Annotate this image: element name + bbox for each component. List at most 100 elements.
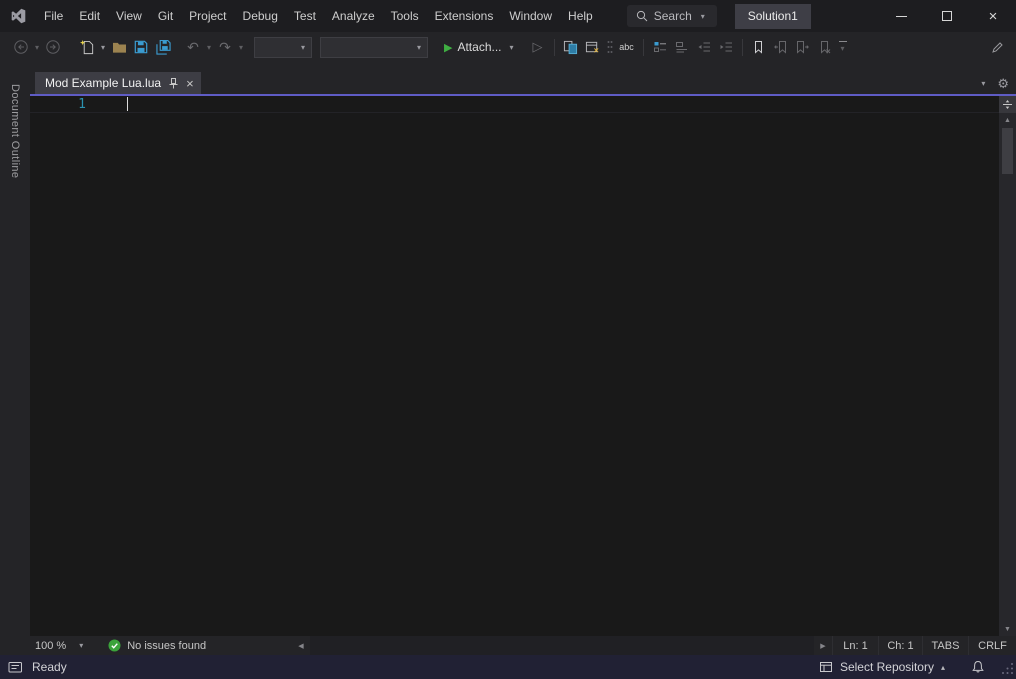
- open-file-button[interactable]: [108, 36, 130, 58]
- menu-window[interactable]: Window: [501, 0, 560, 32]
- active-files-dropdown[interactable]: ▾: [978, 79, 988, 88]
- status-message: Ready: [32, 660, 67, 674]
- toggle-bookmark-button[interactable]: [748, 36, 770, 58]
- new-file-dropdown[interactable]: ▾: [98, 43, 108, 52]
- zoom-value: 100 %: [35, 639, 67, 652]
- start-without-debugging-button[interactable]: ▷: [527, 36, 549, 58]
- select-repository-button[interactable]: Select Repository ▴: [805, 655, 959, 679]
- document-outline-panel-tab[interactable]: Document Outline: [0, 62, 30, 655]
- save-button[interactable]: [130, 36, 152, 58]
- editor-status-left: 100 % ▾ No issues found: [30, 636, 292, 655]
- editor-splitter-handle[interactable]: [999, 96, 1016, 113]
- check-circle-icon: [108, 639, 121, 652]
- menu-file[interactable]: File: [36, 0, 71, 32]
- overflow-bar-icon: [838, 41, 847, 42]
- solution-explorer-button[interactable]: [560, 36, 582, 58]
- menu-help[interactable]: Help: [560, 0, 601, 32]
- decrease-indent-button[interactable]: [693, 36, 715, 58]
- menu-bar: File Edit View Git Project Debug Test An…: [36, 0, 601, 32]
- spell-check-button[interactable]: abc: [616, 36, 638, 58]
- menu-tools[interactable]: Tools: [383, 0, 427, 32]
- spell-check-label: abc: [619, 42, 634, 52]
- chevron-down-icon: ▾: [79, 641, 84, 650]
- minimize-button[interactable]: [878, 0, 924, 32]
- document-health-indicator[interactable]: No issues found: [108, 639, 206, 652]
- resize-grip[interactable]: [1001, 662, 1015, 678]
- close-icon: ×: [988, 7, 998, 25]
- menu-project[interactable]: Project: [181, 0, 234, 32]
- indent-mode-indicator[interactable]: TABS: [922, 636, 968, 655]
- pin-icon[interactable]: [168, 77, 179, 89]
- search-icon: [636, 10, 648, 22]
- editor-status-bar: 100 % ▾ No issues found ◀ ▶ Ln: 1 Ch: 1 …: [30, 636, 1016, 655]
- tab-close-icon[interactable]: ×: [186, 77, 194, 90]
- redo-button[interactable]: ↷: [214, 36, 236, 58]
- new-file-button[interactable]: [76, 36, 98, 58]
- toolbar-overflow-button[interactable]: ▾: [836, 36, 850, 58]
- scroll-down-button[interactable]: ▼: [999, 622, 1016, 636]
- navigate-forward-button[interactable]: [42, 36, 64, 58]
- menu-analyze[interactable]: Analyze: [324, 0, 383, 32]
- search-box[interactable]: Search ▾: [626, 5, 717, 27]
- scrollbar-thumb[interactable]: [1002, 128, 1013, 174]
- attach-button[interactable]: ▶ Attach... ▾: [440, 36, 521, 58]
- chevron-down-icon: ▾: [509, 42, 514, 52]
- health-label: No issues found: [127, 639, 207, 652]
- list-members-button[interactable]: [649, 36, 671, 58]
- code-editor[interactable]: 1: [30, 96, 999, 636]
- chevron-up-icon: ▴: [940, 662, 945, 672]
- zoom-selector[interactable]: 100 % ▾: [30, 636, 92, 655]
- minimize-icon: [895, 15, 907, 17]
- navigate-backward-dropdown[interactable]: ▾: [32, 43, 42, 52]
- previous-bookmark-button[interactable]: [770, 36, 792, 58]
- redo-dropdown[interactable]: ▾: [236, 43, 246, 52]
- menu-git[interactable]: Git: [150, 0, 181, 32]
- maximize-icon: [942, 11, 952, 21]
- maximize-button[interactable]: [924, 0, 970, 32]
- visual-studio-logo-icon: [0, 8, 36, 24]
- toolbar-separator: [553, 38, 555, 56]
- undo-dropdown[interactable]: ▾: [204, 43, 214, 52]
- parameter-info-button[interactable]: [671, 36, 693, 58]
- properties-window-button[interactable]: [582, 36, 604, 58]
- horizontal-scrollbar-track[interactable]: [310, 636, 814, 655]
- undo-button[interactable]: ↶: [182, 36, 204, 58]
- increase-indent-button[interactable]: [715, 36, 737, 58]
- tab-bar-controls: ▾ ⚙: [978, 72, 1016, 94]
- next-bookmark-button[interactable]: [792, 36, 814, 58]
- gear-icon[interactable]: ⚙: [997, 77, 1009, 90]
- menu-edit[interactable]: Edit: [71, 0, 108, 32]
- text-cursor: [127, 97, 128, 111]
- scroll-up-button[interactable]: ▲: [999, 113, 1016, 127]
- status-bar: Ready Select Repository ▴: [0, 655, 1016, 679]
- navigate-backward-button[interactable]: [10, 36, 32, 58]
- status-bar-left: Ready: [8, 660, 67, 674]
- toolbar-grip-icon: [604, 36, 616, 58]
- clear-bookmarks-button[interactable]: [814, 36, 836, 58]
- workspace: Document Outline Mod Example Lua.lua × ▾…: [0, 62, 1016, 655]
- column-indicator: Ch: 1: [878, 636, 922, 655]
- solution-name-button[interactable]: Solution1: [734, 3, 811, 29]
- solution-platforms-combobox[interactable]: ▾: [320, 36, 428, 58]
- menu-debug[interactable]: Debug: [235, 0, 286, 32]
- solution-configurations-combobox[interactable]: ▾: [254, 36, 312, 58]
- menu-test[interactable]: Test: [286, 0, 324, 32]
- search-label: Search: [653, 9, 692, 23]
- tab-mod-example-lua[interactable]: Mod Example Lua.lua ×: [35, 72, 201, 94]
- close-button[interactable]: ×: [970, 0, 1016, 32]
- attach-label: Attach...: [457, 40, 502, 54]
- feedback-button[interactable]: [986, 36, 1008, 58]
- menu-extensions[interactable]: Extensions: [427, 0, 502, 32]
- play-icon: ▶: [444, 41, 453, 54]
- save-all-button[interactable]: [152, 36, 174, 58]
- chevron-down-icon: ▾: [300, 42, 305, 52]
- vertical-scrollbar[interactable]: ▲ ▼: [999, 96, 1016, 636]
- chevron-down-icon: ▾: [700, 11, 705, 21]
- scrollbar-track[interactable]: [999, 175, 1016, 622]
- status-bar-right: Select Repository ▴: [805, 655, 1016, 679]
- menu-view[interactable]: View: [108, 0, 150, 32]
- scroll-left-button[interactable]: ◀: [292, 636, 310, 655]
- scroll-right-button[interactable]: ▶: [814, 636, 832, 655]
- notifications-button[interactable]: [959, 660, 997, 674]
- line-ending-indicator[interactable]: CRLF: [968, 636, 1016, 655]
